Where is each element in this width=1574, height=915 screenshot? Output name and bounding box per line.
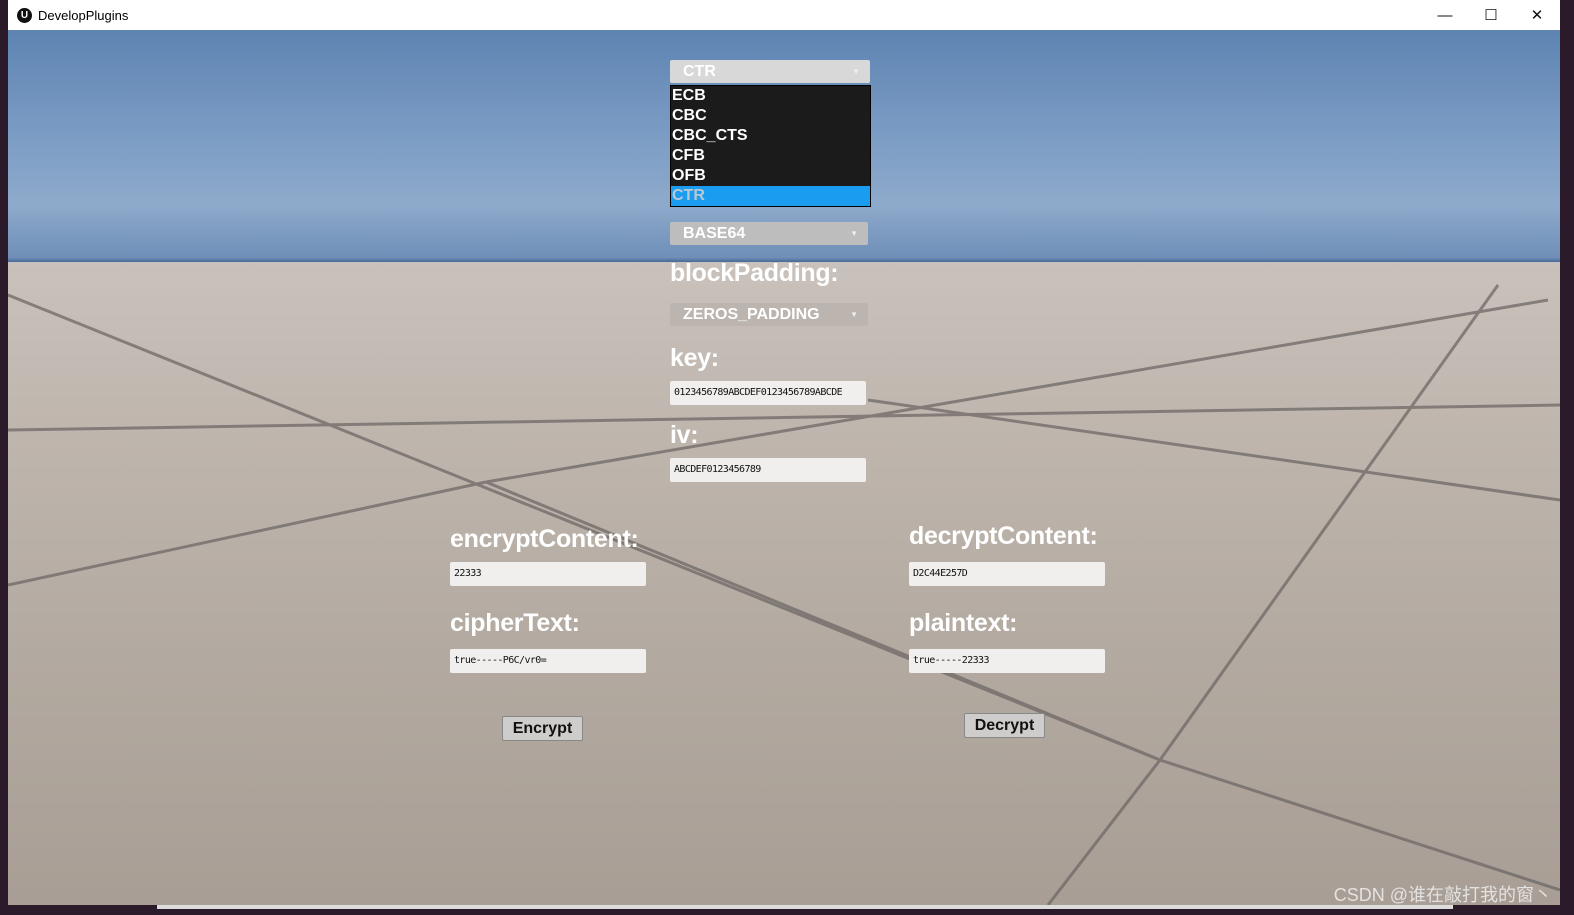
chevron-down-icon: ▼ bbox=[852, 67, 860, 76]
mode-option-cbc-cts[interactable]: CBC_CTS bbox=[671, 126, 870, 146]
iv-label: iv: bbox=[670, 421, 699, 449]
watermark: CSDN @谁在敲打我的窗丶 bbox=[1333, 885, 1552, 905]
mode-combo[interactable]: CTR ▼ bbox=[670, 60, 870, 83]
encoding-combo[interactable]: BASE64 ▼ bbox=[670, 222, 868, 245]
mode-option-cfb[interactable]: CFB bbox=[671, 146, 870, 166]
encrypt-content-input[interactable]: 22333 bbox=[450, 562, 646, 586]
unreal-logo-icon: U bbox=[17, 7, 32, 23]
mode-option-ecb[interactable]: ECB bbox=[671, 86, 870, 106]
iv-input[interactable]: ABCDEF0123456789 bbox=[670, 458, 866, 482]
title-bar: U DevelopPlugins — ☐ ✕ bbox=[8, 0, 1560, 30]
chevron-down-icon: ▼ bbox=[850, 310, 858, 319]
decrypt-content-input[interactable]: D2C44E257D bbox=[909, 562, 1105, 586]
mode-selected: CTR bbox=[683, 63, 716, 80]
mode-option-ofb[interactable]: OFB bbox=[671, 166, 870, 186]
chevron-down-icon: ▼ bbox=[850, 229, 858, 238]
key-input[interactable]: 0123456789ABCDEF0123456789ABCDE bbox=[670, 381, 866, 405]
decrypt-content-label: decryptContent: bbox=[909, 522, 1098, 550]
block-padding-combo[interactable]: ZEROS_PADDING ▼ bbox=[670, 303, 868, 326]
mode-option-ctr[interactable]: CTR bbox=[671, 186, 870, 206]
cipher-text-label: cipherText: bbox=[450, 609, 580, 637]
minimize-button[interactable]: — bbox=[1422, 0, 1468, 30]
close-button[interactable]: ✕ bbox=[1514, 0, 1560, 30]
encrypt-content-label: encryptContent: bbox=[450, 525, 639, 553]
plaintext-input[interactable]: true-----22333 bbox=[909, 649, 1105, 673]
cipher-text-input[interactable]: true-----P6C/vr0= bbox=[450, 649, 646, 673]
encoding-selected: BASE64 bbox=[683, 225, 746, 242]
key-label: key: bbox=[670, 344, 719, 372]
window-title: DevelopPlugins bbox=[38, 7, 129, 23]
mode-dropdown-list[interactable]: ECB CBC CBC_CTS CFB OFB CTR bbox=[670, 85, 871, 207]
block-padding-label: blockPadding: bbox=[670, 259, 839, 287]
maximize-button[interactable]: ☐ bbox=[1468, 0, 1514, 30]
plaintext-label: plaintext: bbox=[909, 609, 1018, 637]
encrypt-button[interactable]: Encrypt bbox=[502, 716, 583, 741]
decrypt-button[interactable]: Decrypt bbox=[964, 713, 1045, 738]
mode-option-cbc[interactable]: CBC bbox=[671, 106, 870, 126]
block-padding-selected: ZEROS_PADDING bbox=[683, 306, 820, 323]
horizontal-scrollbar[interactable] bbox=[157, 905, 1453, 909]
